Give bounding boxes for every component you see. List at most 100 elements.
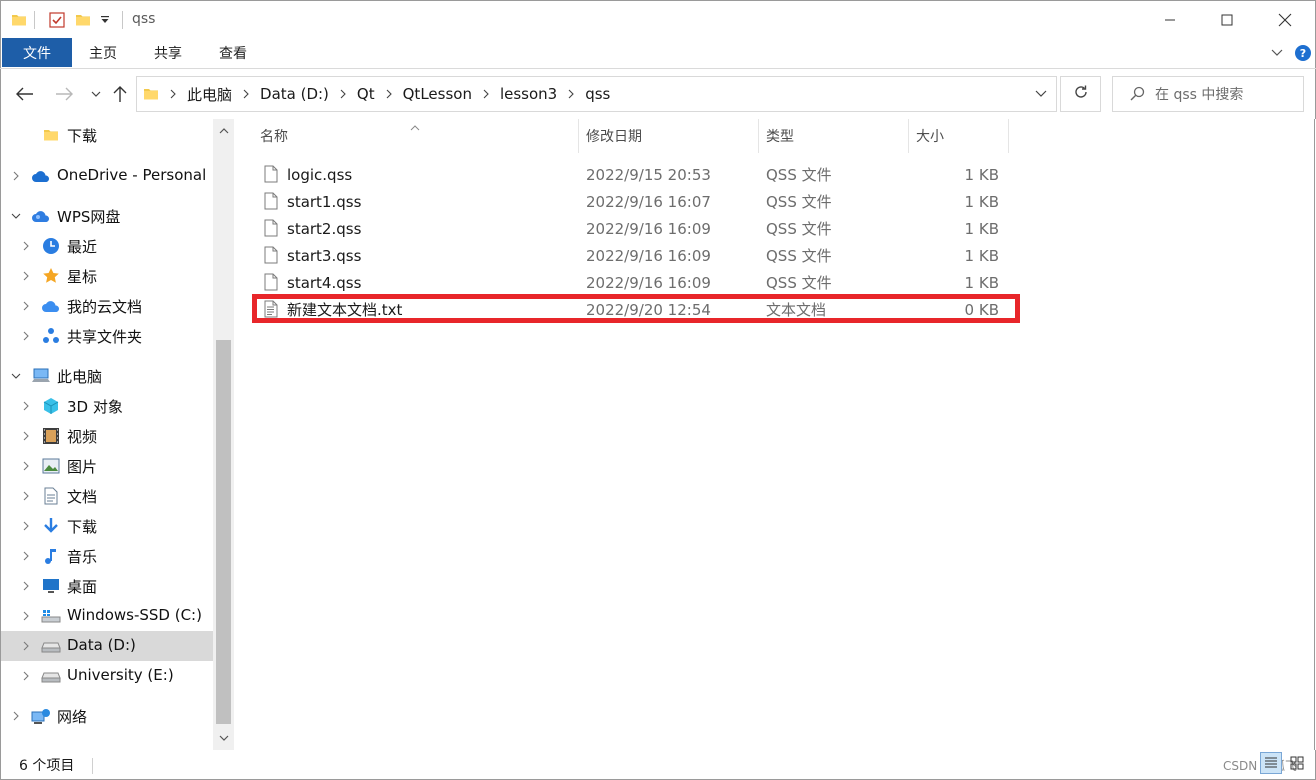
highlight-box (252, 294, 1020, 323)
maximize-icon[interactable] (1204, 1, 1250, 39)
sidebar-item[interactable]: 我的云文档 (1, 291, 214, 321)
address-bar[interactable]: 此电脑 Data (D:) Qt QtLesson lesson3 qss (136, 76, 1057, 112)
tab-share[interactable]: 共享 (154, 38, 182, 67)
tab-home[interactable]: 主页 (89, 38, 117, 67)
customize-qat-icon[interactable] (100, 9, 110, 31)
sidebar-item[interactable]: 下载 (1, 120, 214, 150)
drive-icon (41, 666, 61, 686)
chevron-down-icon[interactable] (11, 371, 21, 381)
recent-locations-icon[interactable] (85, 83, 107, 105)
sidebar-item-label: WPS网盘 (57, 208, 121, 226)
up-arrow-icon[interactable] (109, 83, 131, 105)
close-icon[interactable] (1262, 1, 1308, 39)
sidebar-item[interactable]: Data (D:) (1, 631, 214, 661)
chevron-right-icon[interactable] (21, 551, 31, 561)
search-input[interactable]: 在 qss 中搜索 (1112, 76, 1304, 112)
file-size: 1 KB (964, 246, 999, 265)
sidebar-item[interactable]: 共享文件夹 (1, 321, 214, 351)
sidebar-item[interactable]: 最近 (1, 231, 214, 261)
file-row[interactable]: start2.qss 2022/9/16 16:09 QSS 文件 1 KB (260, 215, 1020, 242)
scroll-up-icon[interactable] (213, 119, 234, 143)
expand-ribbon-icon[interactable] (1269, 42, 1285, 64)
refresh-button[interactable] (1060, 76, 1101, 112)
chevron-right-icon[interactable] (11, 171, 21, 181)
chevron-right-icon[interactable] (21, 641, 31, 651)
file-icon (264, 165, 278, 183)
chevron-right-icon[interactable] (483, 89, 489, 99)
nav-scrollbar[interactable] (213, 119, 234, 750)
chevron-right-icon[interactable] (21, 331, 31, 341)
chevron-right-icon[interactable] (21, 491, 31, 501)
file-type: QSS 文件 (766, 247, 832, 265)
scroll-down-icon[interactable] (213, 726, 234, 750)
breadcrumb-this-pc[interactable]: 此电脑 (187, 84, 232, 105)
breadcrumb-qtlesson[interactable]: QtLesson (403, 85, 472, 103)
chevron-right-icon[interactable] (21, 431, 31, 441)
breadcrumb-lesson3[interactable]: lesson3 (500, 85, 557, 103)
chevron-right-icon[interactable] (21, 301, 31, 311)
tab-file[interactable]: 文件 (2, 38, 72, 67)
chevron-right-icon[interactable] (21, 401, 31, 411)
ribbon-tabs: 文件 主页 共享 查看 ? (0, 38, 1316, 68)
chevron-right-icon[interactable] (21, 241, 31, 251)
sidebar-item[interactable]: OneDrive - Personal (1, 161, 214, 191)
sidebar-item[interactable]: 桌面 (1, 571, 214, 601)
pictures-icon (41, 456, 61, 476)
new-folder-icon[interactable] (75, 9, 91, 31)
file-type: QSS 文件 (766, 274, 832, 292)
chevron-right-icon[interactable] (568, 89, 574, 99)
sidebar-item-label: University (E:) (67, 666, 174, 684)
sidebar-item[interactable]: WPS网盘 (1, 201, 214, 231)
chevron-right-icon[interactable] (243, 89, 249, 99)
details-view-icon[interactable] (1260, 752, 1282, 774)
column-header-size[interactable]: 大小 (909, 119, 1009, 153)
breadcrumb-qss[interactable]: qss (585, 85, 610, 103)
properties-icon[interactable] (48, 9, 66, 31)
chevron-right-icon[interactable] (340, 89, 346, 99)
breadcrumb-data-drive[interactable]: Data (D:) (260, 85, 329, 103)
chevron-down-icon[interactable] (11, 211, 21, 221)
sidebar-item[interactable]: 文档 (1, 481, 214, 511)
file-row[interactable]: start3.qss 2022/9/16 16:09 QSS 文件 1 KB (260, 242, 1020, 269)
minimize-icon[interactable] (1147, 1, 1193, 39)
file-row[interactable]: start1.qss 2022/9/16 16:07 QSS 文件 1 KB (260, 188, 1020, 215)
chevron-right-icon[interactable] (21, 461, 31, 471)
chevron-right-icon[interactable] (21, 671, 31, 681)
chevron-down-icon[interactable] (1034, 87, 1048, 101)
back-arrow-icon[interactable] (14, 83, 36, 105)
chevron-right-icon[interactable] (170, 89, 176, 99)
folder-icon (11, 9, 27, 31)
tab-view[interactable]: 查看 (219, 38, 247, 67)
forward-arrow-icon[interactable] (53, 83, 75, 105)
file-row[interactable]: logic.qss 2022/9/15 20:53 QSS 文件 1 KB (260, 161, 1020, 188)
scrollbar-thumb[interactable] (216, 340, 231, 724)
sidebar-item[interactable]: 网络 (1, 701, 214, 731)
sidebar-item[interactable]: 下载 (1, 511, 214, 541)
sidebar-item[interactable]: 此电脑 (1, 361, 214, 391)
chevron-right-icon[interactable] (386, 89, 392, 99)
chevron-right-icon[interactable] (21, 581, 31, 591)
music-note-icon (41, 546, 61, 566)
breadcrumb-qt[interactable]: Qt (357, 85, 375, 103)
sidebar-item[interactable]: University (E:) (1, 661, 214, 691)
sidebar-item[interactable]: Windows-SSD (C:) (1, 601, 214, 631)
this-pc-icon (31, 366, 51, 386)
chevron-right-icon[interactable] (21, 611, 31, 621)
sidebar-item[interactable]: 3D 对象 (1, 391, 214, 421)
chevron-right-icon[interactable] (11, 711, 21, 721)
onedrive-cloud-icon (31, 166, 51, 186)
column-header-type[interactable]: 类型 (759, 119, 909, 153)
file-row[interactable]: start4.qss 2022/9/16 16:09 QSS 文件 1 KB (260, 269, 1020, 296)
sidebar-item[interactable]: 音乐 (1, 541, 214, 571)
column-header-name[interactable]: 名称 (234, 119, 579, 153)
column-header-modified[interactable]: 修改日期 (579, 119, 759, 153)
sidebar-item[interactable]: 星标 (1, 261, 214, 291)
sidebar-item[interactable]: 图片 (1, 451, 214, 481)
chevron-right-icon[interactable] (21, 521, 31, 531)
file-type: QSS 文件 (766, 193, 832, 211)
chevron-right-icon[interactable] (21, 271, 31, 281)
file-type: QSS 文件 (766, 220, 832, 238)
help-icon[interactable]: ? (1293, 42, 1313, 64)
large-icons-view-icon[interactable] (1286, 752, 1308, 774)
sidebar-item[interactable]: 视频 (1, 421, 214, 451)
